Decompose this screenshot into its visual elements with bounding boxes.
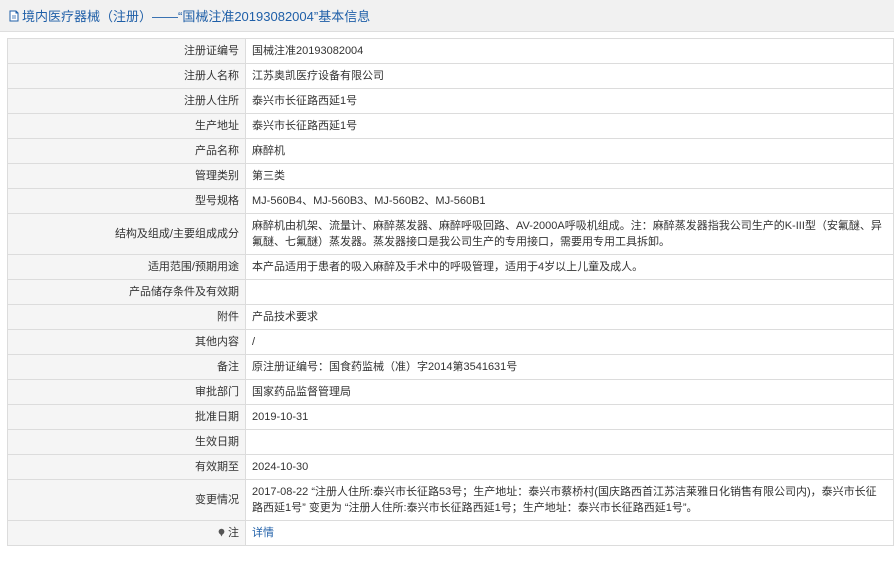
table-row: 结构及组成/主要组成成分 麻醉机由机架、流量计、麻醉蒸发器、麻醉呼吸回路、AV-2…	[7, 213, 894, 255]
table-row: 有效期至 2024-10-30	[7, 454, 894, 480]
table-row: 生效日期	[7, 429, 894, 455]
row-label: 结构及组成/主要组成成分	[7, 213, 246, 255]
table-row: 型号规格 MJ-560B4、MJ-560B3、MJ-560B2、MJ-560B1	[7, 188, 894, 214]
page-title: 境内医疗器械（注册）——“国械注准20193082004”基本信息	[22, 9, 371, 24]
row-value: 麻醉机由机架、流量计、麻醉蒸发器、麻醉呼吸回路、AV-2000A呼吸机组成。注：…	[245, 213, 894, 255]
table-row: 注 详情	[7, 520, 894, 546]
table-row: 适用范围/预期用途 本产品适用于患者的吸入麻醉及手术中的呼吸管理，适用于4岁以上儿…	[7, 254, 894, 280]
table-row: 注册证编号 国械注准20193082004	[7, 38, 894, 64]
row-label: 其他内容	[7, 329, 246, 355]
table-row: 附件 产品技术要求	[7, 304, 894, 330]
row-value	[245, 429, 894, 455]
row-value: 2019-10-31	[245, 404, 894, 430]
row-label: 注册人住所	[7, 88, 246, 114]
row-label: 变更情况	[7, 479, 246, 521]
row-value: 2024-10-30	[245, 454, 894, 480]
table-row: 备注 原注册证编号：国食药监械（准）字2014第3541631号	[7, 354, 894, 380]
table-row: 注册人住所 泰兴市长征路西延1号	[7, 88, 894, 114]
note-label: 注	[228, 527, 239, 539]
table-row: 生产地址 泰兴市长征路西延1号	[7, 113, 894, 139]
row-value: MJ-560B4、MJ-560B3、MJ-560B2、MJ-560B1	[245, 188, 894, 214]
row-value: 2017-08-22 “注册人住所:泰兴市长征路53号；生产地址：泰兴市蔡桥村(…	[245, 479, 894, 521]
row-value: 本产品适用于患者的吸入麻醉及手术中的呼吸管理，适用于4岁以上儿童及成人。	[245, 254, 894, 280]
table-row: 管理类别 第三类	[7, 163, 894, 189]
row-value: 原注册证编号：国食药监械（准）字2014第3541631号	[245, 354, 894, 380]
pin-icon	[217, 528, 226, 537]
row-label: 注册证编号	[7, 38, 246, 64]
row-value: 麻醉机	[245, 138, 894, 164]
row-value: 江苏奥凯医疗设备有限公司	[245, 63, 894, 89]
row-label: 适用范围/预期用途	[7, 254, 246, 280]
row-value: 产品技术要求	[245, 304, 894, 330]
row-label: 生效日期	[7, 429, 246, 455]
row-value: 第三类	[245, 163, 894, 189]
table-row: 注册人名称 江苏奥凯医疗设备有限公司	[7, 63, 894, 89]
row-label: 型号规格	[7, 188, 246, 214]
page-header: 境内医疗器械（注册）——“国械注准20193082004”基本信息	[0, 0, 894, 32]
details-link[interactable]: 详情	[252, 527, 274, 539]
row-label: 注册人名称	[7, 63, 246, 89]
row-value: 国家药品监督管理局	[245, 379, 894, 405]
info-table: 注册证编号 国械注准20193082004 注册人名称 江苏奥凯医疗设备有限公司 注…	[7, 38, 894, 546]
row-label: 审批部门	[7, 379, 246, 405]
table-row: 产品名称 麻醉机	[7, 138, 894, 164]
row-label: 附件	[7, 304, 246, 330]
row-label: 备注	[7, 354, 246, 380]
row-label-note: 注	[7, 520, 246, 546]
table-row: 变更情况 2017-08-22 “注册人住所:泰兴市长征路53号；生产地址：泰兴市…	[7, 479, 894, 521]
table-row: 其他内容 /	[7, 329, 894, 355]
row-label: 管理类别	[7, 163, 246, 189]
row-value: 泰兴市长征路西延1号	[245, 88, 894, 114]
row-label: 有效期至	[7, 454, 246, 480]
row-value: 详情	[245, 520, 894, 546]
row-value: 国械注准20193082004	[245, 38, 894, 64]
row-value: 泰兴市长征路西延1号	[245, 113, 894, 139]
row-value: /	[245, 329, 894, 355]
document-icon	[8, 10, 20, 22]
table-row: 审批部门 国家药品监督管理局	[7, 379, 894, 405]
row-value	[245, 279, 894, 305]
table-row: 产品储存条件及有效期	[7, 279, 894, 305]
row-label: 生产地址	[7, 113, 246, 139]
table-row: 批准日期 2019-10-31	[7, 404, 894, 430]
row-label: 产品储存条件及有效期	[7, 279, 246, 305]
row-label: 产品名称	[7, 138, 246, 164]
row-label: 批准日期	[7, 404, 246, 430]
